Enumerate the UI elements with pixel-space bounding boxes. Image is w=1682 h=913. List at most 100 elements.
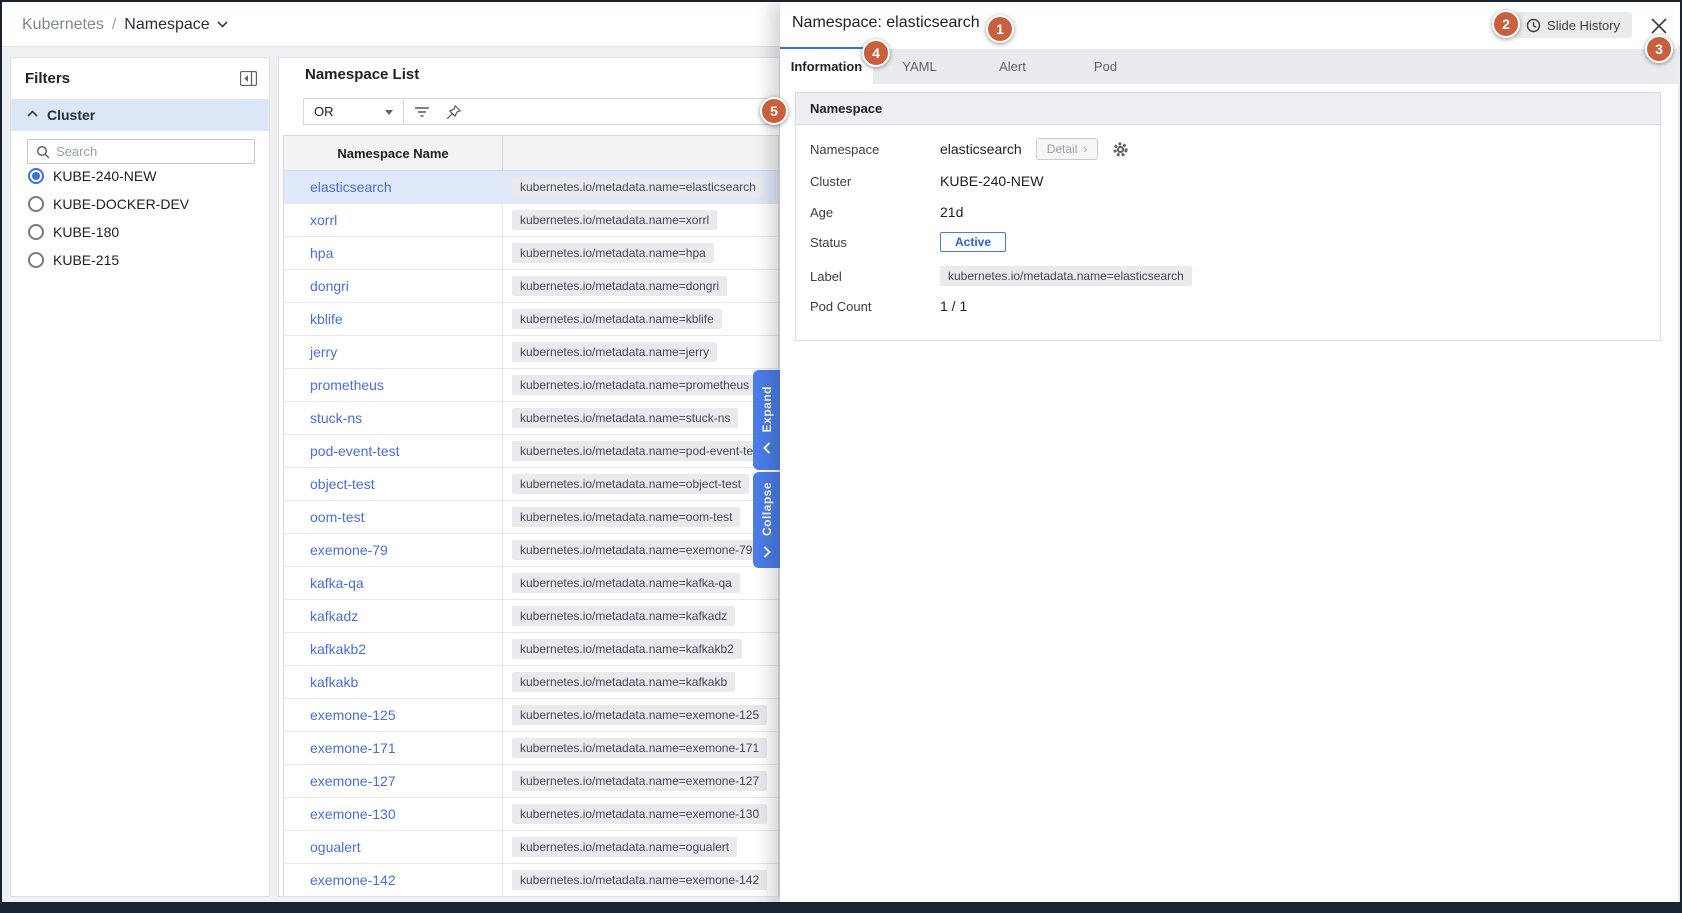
table-row[interactable]: ogualert kubernetes.io/metadata.name=ogu…: [284, 831, 778, 864]
label-chip: kubernetes.io/metadata.name=pod-event-te…: [512, 441, 770, 461]
cluster-radio-kube-180[interactable]: KUBE-180: [11, 220, 269, 244]
cluster-section-header[interactable]: Cluster: [11, 100, 269, 131]
namespace-link[interactable]: ogualert: [310, 839, 361, 855]
label-chip: kubernetes.io/metadata.name=xorrl: [512, 210, 717, 230]
expand-button[interactable]: Expand: [753, 370, 780, 470]
table-row[interactable]: oom-test kubernetes.io/metadata.name=oom…: [284, 501, 778, 534]
field-row-cluster: Cluster KUBE-240-NEW: [796, 169, 1660, 193]
table-row[interactable]: kblife kubernetes.io/metadata.name=kblif…: [284, 303, 778, 336]
table-row[interactable]: kafka-qa kubernetes.io/metadata.name=kaf…: [284, 567, 778, 600]
namespace-link[interactable]: stuck-ns: [310, 410, 362, 426]
namespace-link[interactable]: prometheus: [310, 377, 384, 393]
namespace-link[interactable]: exemone-127: [310, 773, 396, 789]
column-header-namespace-name[interactable]: Namespace Name: [284, 136, 503, 170]
breadcrumb-kubernetes[interactable]: Kubernetes: [22, 16, 104, 34]
table-row[interactable]: elasticsearch kubernetes.io/metadata.nam…: [284, 171, 778, 204]
namespace-link[interactable]: jerry: [310, 344, 337, 360]
breadcrumb-namespace-menu[interactable]: Namespace: [124, 16, 227, 34]
label-chip: kubernetes.io/metadata.name=prometheus: [512, 375, 757, 395]
collapse-button[interactable]: Collapse: [753, 472, 780, 568]
table-row[interactable]: kafkadz kubernetes.io/metadata.name=kafk…: [284, 600, 778, 633]
namespace-link[interactable]: exemone-130: [310, 806, 396, 822]
table-row[interactable]: hpa kubernetes.io/metadata.name=hpa: [284, 237, 778, 270]
table-row[interactable]: prometheus kubernetes.io/metadata.name=p…: [284, 369, 778, 402]
cluster-radio-kube-240-new[interactable]: KUBE-240-NEW: [11, 164, 269, 188]
callout-3: 3: [1645, 35, 1673, 63]
namespace-link[interactable]: xorrl: [310, 212, 337, 228]
table-row[interactable]: kafkakb2 kubernetes.io/metadata.name=kaf…: [284, 633, 778, 666]
cluster-value: KUBE-240-NEW: [940, 173, 1043, 189]
namespace-link[interactable]: hpa: [310, 245, 333, 261]
label-chip: kubernetes.io/metadata.name=stuck-ns: [512, 408, 738, 428]
search-icon: [36, 145, 50, 159]
table-row[interactable]: exemone-130 kubernetes.io/metadata.name=…: [284, 798, 778, 831]
field-label: Pod Count: [810, 299, 871, 314]
label-chip: kubernetes.io/metadata.name=exemone-125: [512, 705, 767, 725]
table-row[interactable]: exemone-171 kubernetes.io/metadata.name=…: [284, 732, 778, 765]
pin-icon[interactable]: [445, 104, 462, 121]
breadcrumb-current-label: Namespace: [124, 16, 209, 34]
namespace-link[interactable]: object-test: [310, 476, 375, 492]
logic-operator-select[interactable]: OR: [304, 99, 404, 124]
label-chip: kubernetes.io/metadata.name=exemone-79: [512, 540, 760, 560]
label-chip: kubernetes.io/metadata.name=object-test: [512, 474, 749, 494]
slide-history-button[interactable]: Slide History: [1514, 12, 1632, 38]
namespace-link[interactable]: elasticsearch: [310, 179, 392, 195]
table-row[interactable]: exemone-79 kubernetes.io/metadata.name=e…: [284, 534, 778, 567]
section-header: Namespace: [796, 93, 1660, 125]
status-badge: Active: [940, 232, 1006, 252]
cluster-search: [27, 139, 255, 164]
table-row[interactable]: exemone-127 kubernetes.io/metadata.name=…: [284, 765, 778, 798]
cluster-radio-kube-docker-dev[interactable]: KUBE-DOCKER-DEV: [11, 192, 269, 216]
table-row[interactable]: kafkakb kubernetes.io/metadata.name=kafk…: [284, 666, 778, 699]
chevron-left-icon: [763, 442, 771, 454]
tab-alert[interactable]: Alert: [966, 49, 1059, 84]
namespace-link[interactable]: pod-event-test: [310, 443, 400, 459]
detail-button-label: Detail: [1047, 142, 1078, 156]
close-icon[interactable]: [1650, 17, 1668, 35]
tab-pod[interactable]: Pod: [1059, 49, 1152, 84]
label-chip: kubernetes.io/metadata.name=kafkadz: [512, 606, 735, 626]
namespace-link[interactable]: kafkakb2: [310, 641, 366, 657]
field-label: Label: [810, 269, 842, 284]
gear-icon[interactable]: [1112, 141, 1129, 158]
table-body: elasticsearch kubernetes.io/metadata.nam…: [284, 171, 778, 897]
cluster-radio-kube-215[interactable]: KUBE-215: [11, 248, 269, 272]
namespace-link[interactable]: exemone-125: [310, 707, 396, 723]
table-row[interactable]: pod-event-test kubernetes.io/metadata.na…: [284, 435, 778, 468]
namespace-link[interactable]: exemone-171: [310, 740, 396, 756]
label-chip: kubernetes.io/metadata.name=exemone-142: [512, 870, 767, 890]
field-row-status: Status Active: [796, 230, 1660, 254]
namespace-list-title: Namespace List: [305, 66, 419, 83]
table-row[interactable]: exemone-125 kubernetes.io/metadata.name=…: [284, 699, 778, 732]
search-input[interactable]: [56, 140, 251, 163]
collapse-label: Collapse: [760, 482, 774, 536]
detail-button[interactable]: Detail ›: [1036, 138, 1099, 160]
namespace-link[interactable]: kafkadz: [310, 608, 358, 624]
table-row[interactable]: object-test kubernetes.io/metadata.name=…: [284, 468, 778, 501]
namespace-link[interactable]: kafka-qa: [310, 575, 364, 591]
table-row[interactable]: exemone-142 kubernetes.io/metadata.name=…: [284, 864, 778, 897]
namespace-link[interactable]: exemone-79: [310, 542, 388, 558]
table-row[interactable]: xorrl kubernetes.io/metadata.name=xorrl: [284, 204, 778, 237]
callout-4: 4: [862, 39, 890, 67]
radio-icon: [28, 196, 44, 212]
tab-information[interactable]: Information: [780, 49, 873, 84]
table-row[interactable]: dongri kubernetes.io/metadata.name=dongr…: [284, 270, 778, 303]
namespace-link[interactable]: kafkakb: [310, 674, 358, 690]
label-chip: kubernetes.io/metadata.name=ogualert: [512, 837, 737, 857]
field-label: Namespace: [810, 142, 879, 157]
namespace-value: elasticsearch: [940, 141, 1022, 157]
table-row[interactable]: jerry kubernetes.io/metadata.name=jerry: [284, 336, 778, 369]
table-row[interactable]: stuck-ns kubernetes.io/metadata.name=stu…: [284, 402, 778, 435]
label-chip: kubernetes.io/metadata.name=elasticsearc…: [512, 177, 764, 197]
namespace-link[interactable]: kblife: [310, 311, 343, 327]
radio-icon: [28, 224, 44, 240]
namespace-link[interactable]: exemone-142: [310, 872, 396, 888]
namespace-link[interactable]: dongri: [310, 278, 349, 294]
collapse-sidebar-icon[interactable]: [240, 71, 257, 86]
namespace-link[interactable]: oom-test: [310, 509, 364, 525]
label-chip: kubernetes.io/metadata.name=kblife: [512, 309, 722, 329]
filter-icon[interactable]: [414, 104, 430, 120]
field-label: Cluster: [810, 174, 851, 189]
